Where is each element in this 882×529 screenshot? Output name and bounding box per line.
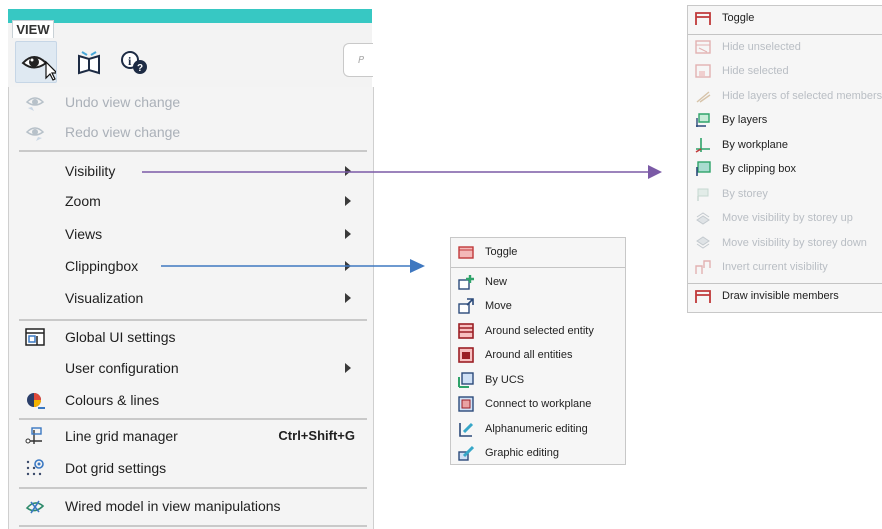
clippingbox-callout-arrow <box>161 259 425 273</box>
vis-item-label: By layers <box>722 114 768 126</box>
vis-item-by-storey[interactable]: By storey <box>688 182 882 207</box>
visibility-submenu: Toggle Hide unselected Hide selected Hid… <box>687 5 882 313</box>
clip-item-by-ucs[interactable]: By UCS <box>451 368 625 393</box>
alphanumeric-edit-icon <box>458 421 474 437</box>
toggle-visibility-icon <box>695 10 711 26</box>
vis-item-toggle[interactable]: Toggle <box>688 6 882 31</box>
clip-item-label: Alphanumeric editing <box>485 423 588 435</box>
clip-item-alphanumeric-editing[interactable]: Alphanumeric editing <box>451 417 625 442</box>
clip-item-label: By UCS <box>485 374 525 386</box>
clippingbox-submenu: Toggle New Move Around selected entity A… <box>450 237 626 465</box>
storey-down-icon <box>695 235 711 251</box>
by-workplane-icon <box>695 137 711 153</box>
vis-item-label: By storey <box>722 188 768 200</box>
clip-item-label: Connect to workplane <box>485 398 592 410</box>
clip-item-around-selected-entity[interactable]: Around selected entity <box>451 319 625 344</box>
menu-separator <box>451 267 625 268</box>
hide-layers-icon <box>695 88 711 104</box>
vis-item-label: Move visibility by storey up <box>722 212 853 224</box>
clip-item-label: Graphic editing <box>485 447 559 459</box>
vis-item-label: Move visibility by storey down <box>722 237 867 249</box>
clip-item-label: Move <box>485 300 512 312</box>
vis-item-label: By workplane <box>722 139 789 151</box>
connect-workplane-icon <box>458 396 474 412</box>
vis-item-invert-visibility[interactable]: Invert current visibility <box>688 255 882 280</box>
clip-item-connect-to-workplane[interactable]: Connect to workplane <box>451 392 625 417</box>
around-selected-icon <box>458 323 474 339</box>
invert-visibility-icon <box>695 259 711 275</box>
storey-up-icon <box>695 210 711 226</box>
vis-item-storey-up[interactable]: Move visibility by storey up <box>688 206 882 231</box>
vis-item-by-layers[interactable]: By layers <box>688 108 882 133</box>
visibility-callout-arrow <box>142 165 662 179</box>
clip-item-label: Toggle <box>485 246 518 258</box>
by-ucs-icon <box>458 372 474 388</box>
clip-item-move[interactable]: Move <box>451 294 625 319</box>
vis-item-label: By clipping box <box>722 163 796 175</box>
clip-item-label: Around all entities <box>485 349 573 361</box>
hide-selected-icon <box>695 63 711 79</box>
vis-item-label: Hide selected <box>722 65 789 77</box>
vis-item-label: Toggle <box>722 12 755 24</box>
clip-item-label: Around selected entity <box>485 325 594 337</box>
around-all-icon <box>458 347 474 363</box>
move-clip-icon <box>458 298 474 314</box>
vis-item-hide-layers-selected[interactable]: Hide layers of selected members <box>688 84 882 109</box>
vis-item-label: Draw invisible members <box>722 290 839 302</box>
hide-unselected-icon <box>695 39 711 55</box>
by-layers-icon <box>695 112 711 128</box>
vis-item-hide-unselected[interactable]: Hide unselected <box>688 35 882 60</box>
draw-invisible-icon <box>695 288 711 304</box>
clip-item-toggle[interactable]: Toggle <box>451 240 625 265</box>
clip-item-new[interactable]: New <box>451 270 625 295</box>
vis-item-by-clipping-box[interactable]: By clipping box <box>688 157 882 182</box>
by-storey-icon <box>695 186 711 202</box>
vis-item-label: Invert current visibility <box>722 261 828 273</box>
graphic-edit-icon <box>458 445 474 461</box>
clip-item-around-all-entities[interactable]: Around all entities <box>451 343 625 368</box>
toggle-clip-icon <box>458 244 474 260</box>
vis-item-hide-selected[interactable]: Hide selected <box>688 59 882 84</box>
vis-item-by-workplane[interactable]: By workplane <box>688 133 882 158</box>
clip-item-graphic-editing[interactable]: Graphic editing <box>451 441 625 466</box>
new-clip-icon <box>458 274 474 290</box>
vis-item-draw-invisible-members[interactable]: Draw invisible members <box>688 284 882 309</box>
vis-item-label: Hide layers of selected members <box>722 90 882 102</box>
vis-item-storey-down[interactable]: Move visibility by storey down <box>688 231 882 256</box>
vis-item-label: Hide unselected <box>722 41 801 53</box>
clip-item-label: New <box>485 276 508 288</box>
by-clipping-box-icon <box>695 161 711 177</box>
